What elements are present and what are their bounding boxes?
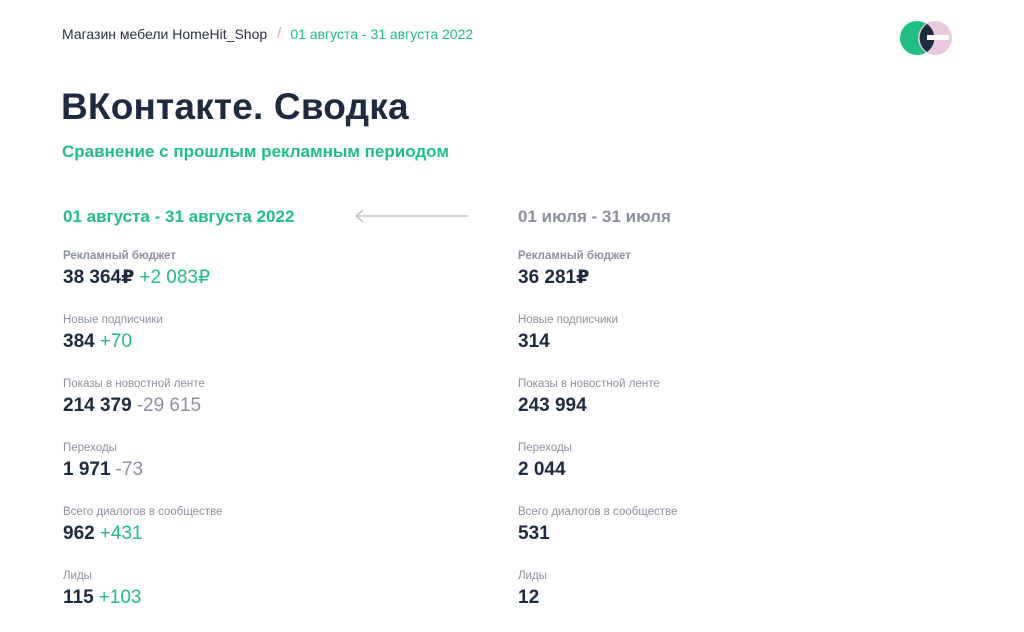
breadcrumb-period: 01 августа - 31 августа 2022	[290, 25, 474, 42]
metric-value-row: 314	[518, 330, 878, 354]
metric-diff: +103	[98, 587, 142, 608]
previous-period-column: 01 июля - 31 июля Рекламный бюджет 36 28…	[518, 206, 878, 632]
metric-value: 962	[63, 523, 95, 544]
metric-leads: Лиды 115 +103	[63, 568, 423, 632]
metric-subscribers: Новые подписчики 314	[518, 312, 878, 376]
current-period-header: 01 августа - 31 августа 2022	[63, 207, 295, 226]
metric-label: Переходы	[518, 442, 572, 454]
metric-value: 314	[518, 331, 550, 352]
metric-value-row: 214 379 -29 615	[63, 394, 423, 418]
metric-label: Лиды	[518, 570, 547, 582]
metric-label: Рекламный бюджет	[518, 250, 631, 262]
metric-label: Новые подписчики	[518, 314, 618, 326]
metric-value: 243 994	[518, 395, 587, 416]
metric-value-row: 243 994	[518, 394, 878, 418]
page-subtitle: Сравнение с прошлым рекламным периодом	[62, 142, 449, 161]
previous-period-header: 01 июля - 31 июля	[518, 207, 671, 226]
metric-value: 38 364₽	[63, 267, 135, 288]
metric-value: 1 971	[63, 459, 111, 480]
metric-value: 12	[518, 587, 540, 608]
metric-clicks: Переходы 2 044	[518, 440, 878, 504]
metric-impressions: Показы в новостной ленте 243 994	[518, 376, 878, 440]
metric-value-row: 115 +103	[63, 586, 423, 610]
metric-leads: Лиды 12	[518, 568, 878, 632]
metric-value-row: 36 281₽	[518, 266, 878, 290]
metric-value: 531	[518, 523, 550, 544]
metric-label: Показы в новостной ленте	[63, 378, 205, 390]
metric-label: Рекламный бюджет	[63, 250, 176, 262]
metric-impressions: Показы в новостной ленте 214 379 -29 615	[63, 376, 423, 440]
current-period-column: 01 августа - 31 августа 2022 Рекламный б…	[63, 206, 423, 632]
metric-label: Всего диалогов в сообществе	[518, 506, 678, 518]
metric-value: 384	[63, 331, 95, 352]
breadcrumb-separator: /	[277, 25, 282, 42]
metric-clicks: Переходы 1 971 -73	[63, 440, 423, 504]
metric-dialogs: Всего диалогов в сообществе 531	[518, 504, 878, 568]
metric-dialogs: Всего диалогов в сообществе 962 +431	[63, 504, 423, 568]
metric-label: Всего диалогов в сообществе	[63, 506, 223, 518]
metric-value-row: 2 044	[518, 458, 878, 482]
metric-value: 115	[63, 587, 94, 608]
metric-label: Показы в новостной ленте	[518, 378, 660, 390]
page-title: ВКонтакте. Сводка	[61, 86, 409, 127]
metric-value: 214 379	[63, 395, 132, 416]
metric-subscribers: Новые подписчики 384 +70	[63, 312, 423, 376]
breadcrumb: Магазин мебели HomeHit_Shop / 01 августа…	[62, 25, 473, 42]
metric-value-row: 12	[518, 586, 878, 610]
metric-value: 36 281₽	[518, 267, 590, 288]
metric-diff: +431	[99, 523, 143, 544]
metric-value-row: 38 364₽ +2 083₽	[63, 266, 423, 290]
metric-budget: Рекламный бюджет 36 281₽	[518, 248, 878, 312]
metric-label: Переходы	[63, 442, 117, 454]
metric-label: Новые подписчики	[63, 314, 163, 326]
metric-value-row: 962 +431	[63, 522, 423, 546]
metric-value-row: 1 971 -73	[63, 458, 423, 482]
breadcrumb-shop[interactable]: Магазин мебели HomeHit_Shop	[62, 26, 267, 42]
metric-value-row: 531	[518, 522, 878, 546]
metric-diff: -73	[115, 459, 144, 480]
metric-budget: Рекламный бюджет 38 364₽ +2 083₽	[63, 248, 423, 312]
metric-diff: +2 083₽	[139, 267, 211, 288]
metric-value-row: 384 +70	[63, 330, 423, 354]
metric-label: Лиды	[63, 570, 92, 582]
metric-diff: -29 615	[136, 395, 202, 416]
metric-value: 2 044	[518, 459, 566, 480]
metric-diff: +70	[99, 331, 132, 352]
brand-logo-icon	[900, 21, 952, 55]
